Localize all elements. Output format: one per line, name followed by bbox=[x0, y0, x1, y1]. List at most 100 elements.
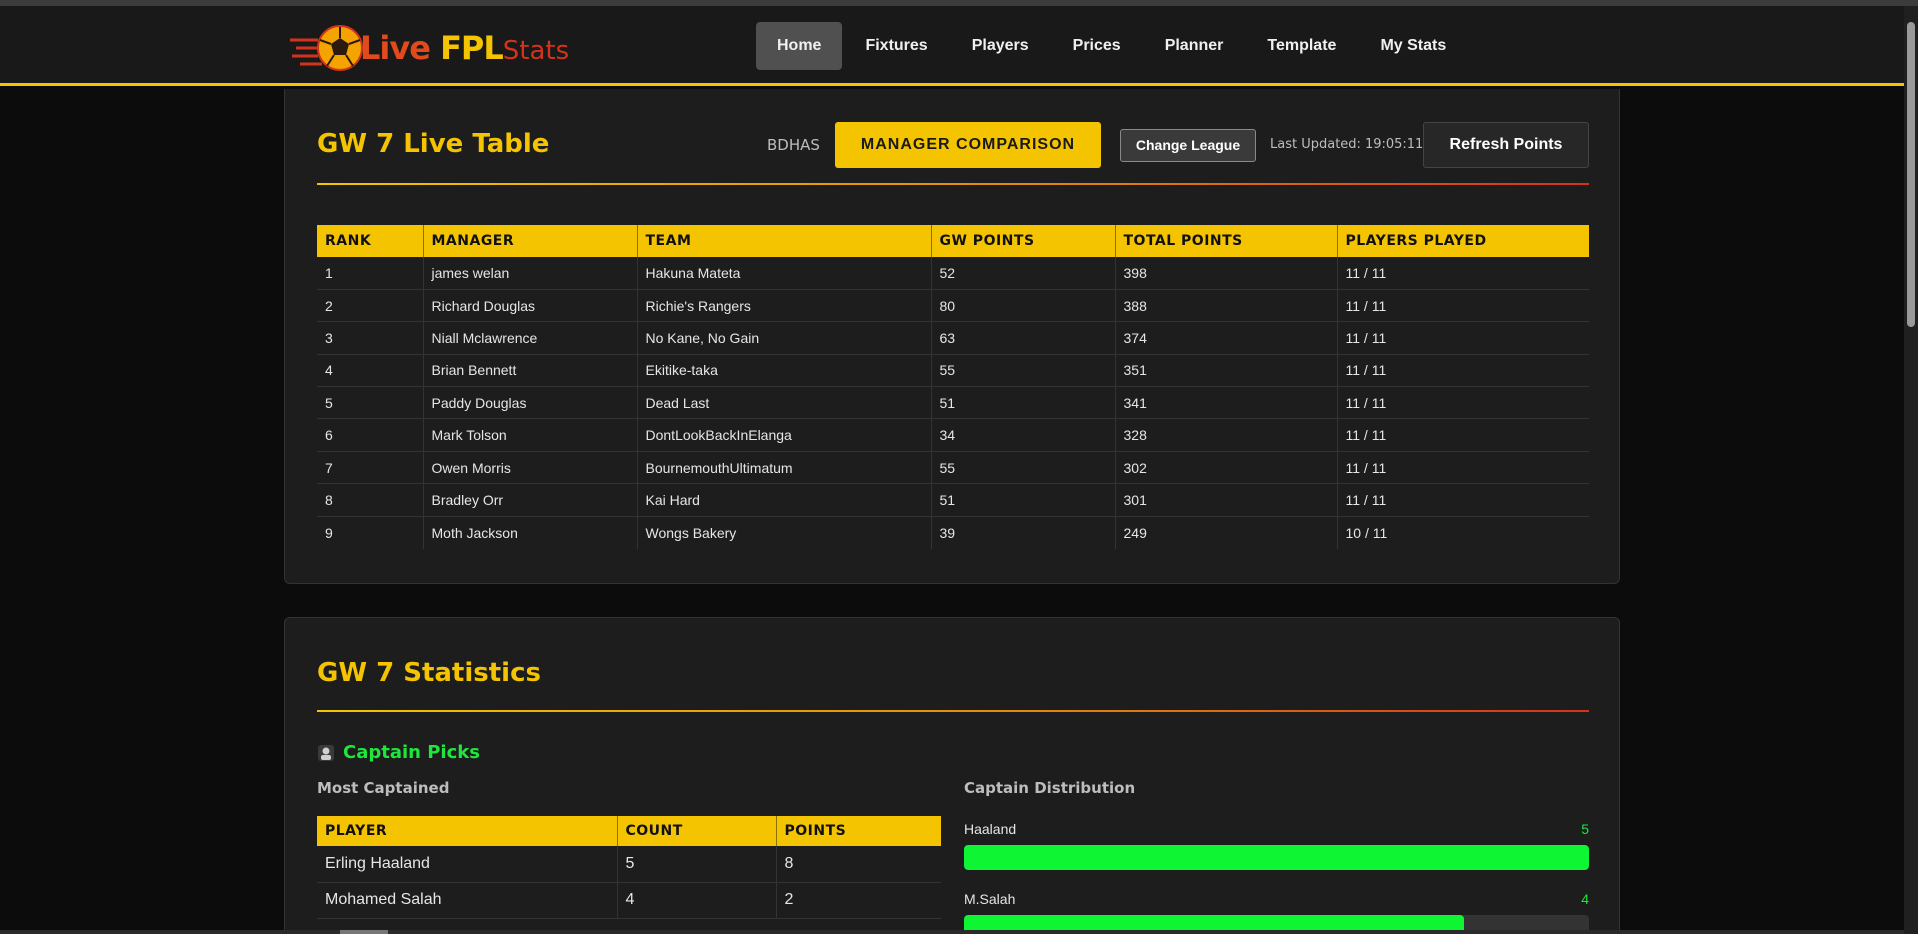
vertical-scrollbar[interactable] bbox=[1904, 6, 1918, 934]
cell-rank: 1 bbox=[317, 257, 424, 290]
navbar: Live FPLStats Home Fixtures Players Pric… bbox=[0, 6, 1904, 86]
header-manager[interactable]: MANAGER bbox=[423, 225, 638, 257]
distribution-bar bbox=[964, 845, 1589, 870]
cell-manager: Moth Jackson bbox=[423, 516, 638, 549]
table-header-row: RANK MANAGER TEAM GW POINTS TOTAL POINTS… bbox=[317, 225, 1589, 257]
table-row[interactable]: Mohamed Salah 4 2 bbox=[317, 882, 941, 919]
cell-manager: james welan bbox=[423, 257, 638, 290]
captain-distribution: Haaland 5 M.Salah 4 bbox=[964, 821, 1589, 934]
cell-gw-points: 63 bbox=[931, 321, 1116, 355]
header-player[interactable]: PLAYER bbox=[317, 816, 618, 846]
captain-picks-heading: Captain Picks bbox=[317, 742, 480, 763]
header-team[interactable]: TEAM bbox=[637, 225, 932, 257]
distribution-count: 4 bbox=[1581, 891, 1589, 907]
main-nav: Home Fixtures Players Prices Planner Tem… bbox=[756, 22, 1469, 70]
cell-total-points: 341 bbox=[1115, 386, 1338, 420]
cell-players-played: 11 / 11 bbox=[1337, 354, 1589, 388]
nav-home[interactable]: Home bbox=[756, 22, 843, 70]
logo-stats: Stats bbox=[502, 36, 570, 66]
header-count[interactable]: COUNT bbox=[617, 816, 777, 846]
cell-team: Dead Last bbox=[637, 386, 932, 420]
table-row[interactable]: 8 Bradley Orr Kai Hard 51 301 11 / 11 bbox=[317, 483, 1589, 517]
cell-rank: 4 bbox=[317, 354, 424, 388]
header-points[interactable]: POINTS bbox=[776, 816, 941, 846]
cell-total-points: 302 bbox=[1115, 451, 1338, 485]
scrollbar-thumb[interactable] bbox=[1907, 22, 1915, 327]
distribution-row: M.Salah 4 bbox=[964, 891, 1589, 934]
site-logo[interactable]: Live FPLStats bbox=[288, 22, 569, 74]
nav-fixtures[interactable]: Fixtures bbox=[844, 22, 948, 70]
table-row[interactable]: 2 Richard Douglas Richie's Rangers 80 38… bbox=[317, 289, 1589, 323]
cell-player: Erling Haaland bbox=[317, 846, 618, 883]
cell-rank: 7 bbox=[317, 451, 424, 485]
nav-template[interactable]: Template bbox=[1246, 22, 1357, 70]
cell-team: Ekitike-taka bbox=[637, 354, 932, 388]
cell-gw-points: 39 bbox=[931, 516, 1116, 549]
manager-comparison-button[interactable]: MANAGER COMPARISON bbox=[835, 122, 1101, 168]
cell-players-played: 10 / 11 bbox=[1345, 524, 1388, 541]
captain-icon bbox=[318, 744, 334, 761]
horizontal-scrollbar-thumb[interactable] bbox=[340, 930, 388, 934]
football-logo-icon bbox=[290, 25, 363, 71]
cell-total-points: 374 bbox=[1115, 321, 1338, 355]
horizontal-scrollbar[interactable] bbox=[0, 930, 1904, 934]
statistics-title: GW 7 Statistics bbox=[317, 658, 541, 688]
header-rank[interactable]: RANK bbox=[317, 225, 424, 257]
cell-total-points: 388 bbox=[1115, 289, 1338, 323]
table-row[interactable]: 5 Paddy Douglas Dead Last 51 341 11 / 11 bbox=[317, 386, 1589, 420]
cell-manager: Brian Bennett bbox=[423, 354, 638, 388]
table-row[interactable]: 9 Moth Jackson Wongs Bakery 39 249 10 / … bbox=[317, 516, 1589, 549]
table-row[interactable]: 7 Owen Morris BournemouthUltimatum 55 30… bbox=[317, 451, 1589, 485]
cell-gw-points: 55 bbox=[931, 354, 1116, 388]
captain-picks-label: Captain Picks bbox=[343, 742, 480, 763]
cell-team: No Kane, No Gain bbox=[637, 321, 932, 355]
cell-rank: 8 bbox=[317, 483, 424, 517]
cell-players-played: 11 / 11 bbox=[1337, 321, 1589, 355]
last-updated: Last Updated: 19:05:11 bbox=[1270, 137, 1423, 152]
distribution-player: M.Salah bbox=[964, 891, 1016, 907]
cell-players-played: 11 / 11 bbox=[1337, 483, 1589, 517]
cell-team: DontLookBackInElanga bbox=[637, 418, 932, 452]
live-table-title: GW 7 Live Table bbox=[317, 129, 550, 159]
site-logo-text: Live FPLStats bbox=[360, 29, 569, 67]
cell-manager: Bradley Orr bbox=[423, 483, 638, 517]
cell-rank: 9 bbox=[317, 516, 424, 549]
cell-player: Mohamed Salah bbox=[317, 882, 618, 919]
cell-rank: 6 bbox=[317, 418, 424, 452]
most-captained-label: Most Captained bbox=[317, 779, 450, 797]
cell-gw-points: 51 bbox=[931, 386, 1116, 420]
captain-distribution-label: Captain Distribution bbox=[964, 779, 1136, 797]
cell-total-points: 351 bbox=[1115, 354, 1338, 388]
cell-manager: Mark Tolson bbox=[423, 418, 638, 452]
table-row[interactable]: 6 Mark Tolson DontLookBackInElanga 34 32… bbox=[317, 418, 1589, 452]
header-players-played[interactable]: PLAYERS PLAYED bbox=[1337, 225, 1589, 257]
refresh-points-button[interactable]: Refresh Points bbox=[1423, 122, 1589, 168]
header-gw-points[interactable]: GW POINTS bbox=[931, 225, 1116, 257]
nav-my-stats[interactable]: My Stats bbox=[1359, 22, 1467, 70]
title-divider bbox=[317, 183, 1589, 185]
live-table-card: GW 7 Live Table BDHAS MANAGER COMPARISON… bbox=[284, 89, 1620, 584]
cell-total-points: 398 bbox=[1115, 257, 1338, 290]
cell-gw-points: 80 bbox=[931, 289, 1116, 323]
statistics-card: GW 7 Statistics Captain Picks Most Capta… bbox=[284, 617, 1620, 934]
cell-players-played: 11 / 11 bbox=[1337, 289, 1589, 323]
nav-players[interactable]: Players bbox=[951, 22, 1050, 70]
most-captained-table: PLAYER COUNT POINTS Erling Haaland 5 8 M… bbox=[317, 816, 941, 919]
cell-manager: Paddy Douglas bbox=[423, 386, 638, 420]
table-row[interactable]: 3 Niall Mclawrence No Kane, No Gain 63 3… bbox=[317, 321, 1589, 355]
live-standings-table: RANK MANAGER TEAM GW POINTS TOTAL POINTS… bbox=[317, 225, 1589, 549]
distribution-count: 5 bbox=[1581, 821, 1589, 837]
table-row[interactable]: 1 james welan Hakuna Mateta 52 398 11 / … bbox=[317, 257, 1589, 290]
header-total-points[interactable]: TOTAL POINTS bbox=[1115, 225, 1338, 257]
distribution-row: Haaland 5 bbox=[964, 821, 1589, 891]
cell-total-points: 249 bbox=[1115, 516, 1338, 549]
cell-players-played: 11 / 11 bbox=[1337, 257, 1589, 290]
change-league-button[interactable]: Change League bbox=[1120, 129, 1256, 162]
nav-prices[interactable]: Prices bbox=[1052, 22, 1142, 70]
statistics-divider bbox=[317, 710, 1589, 712]
nav-planner[interactable]: Planner bbox=[1144, 22, 1245, 70]
table-row[interactable]: Erling Haaland 5 8 bbox=[317, 846, 941, 883]
cell-rank: 5 bbox=[317, 386, 424, 420]
table-row[interactable]: 4 Brian Bennett Ekitike-taka 55 351 11 /… bbox=[317, 354, 1589, 388]
cell-players-played: 11 / 11 bbox=[1337, 386, 1589, 420]
